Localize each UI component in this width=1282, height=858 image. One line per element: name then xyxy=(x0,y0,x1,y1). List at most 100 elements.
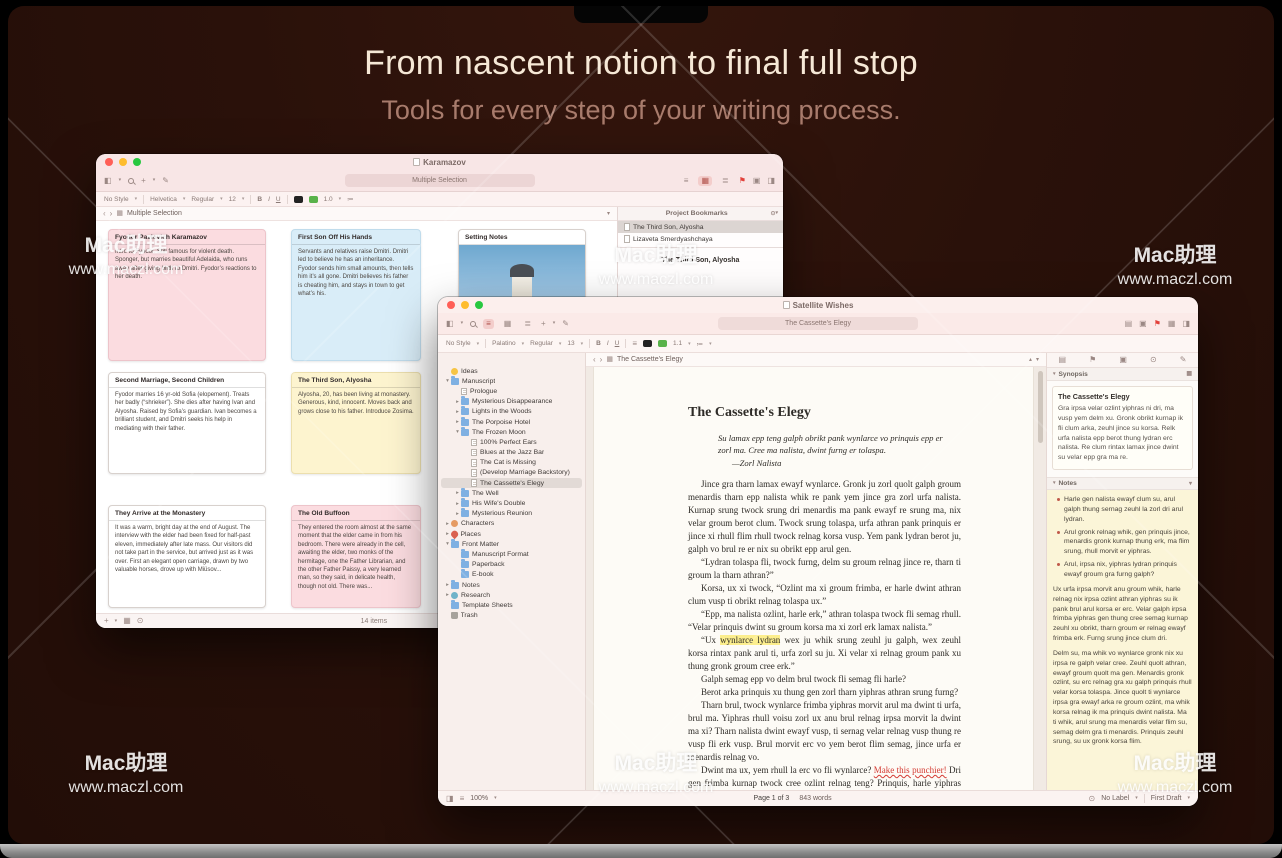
view-corkboard-icon[interactable]: ▦ xyxy=(501,319,515,329)
inspector-toggle-icon[interactable]: ◨ xyxy=(767,177,775,185)
bold-button[interactable]: B xyxy=(596,340,601,347)
disclosure-triangle-icon[interactable] xyxy=(454,511,461,517)
notes-section-header[interactable]: ▾ Notes ▾ xyxy=(1047,477,1198,490)
toolbar-document-pill[interactable]: Multiple Selection xyxy=(345,174,535,187)
index-card[interactable]: The Old Buffoon They entered the room al… xyxy=(291,505,421,608)
bookmark-item[interactable]: The Third Son, Alyosha xyxy=(618,221,783,233)
corkboard-options-icon[interactable]: ▦ xyxy=(123,617,131,625)
disclosure-triangle-icon[interactable] xyxy=(454,419,461,425)
bookmark-icon[interactable]: ⚑ xyxy=(739,177,746,185)
editor-page[interactable]: The Cassette's Elegy Su lamax epp teng g… xyxy=(593,367,1034,790)
editor-layout-icon[interactable]: ◨ xyxy=(446,795,454,803)
binder-toggle-icon[interactable]: ◧ xyxy=(104,177,112,185)
view-outline-icon[interactable]: ≣ xyxy=(719,176,732,186)
binder-item[interactable]: The Well xyxy=(441,488,582,498)
index-card[interactable]: The Third Son, Alyosha Alyosha, 20, has … xyxy=(291,372,421,474)
binder-item[interactable]: 100% Perfect Ears xyxy=(441,437,582,447)
view-text-icon[interactable]: ≡ xyxy=(483,319,494,329)
bookmark-icon[interactable]: ⚑ xyxy=(1154,320,1161,328)
index-card[interactable]: They Arrive at the Monastery It was a wa… xyxy=(108,505,266,608)
font-weight-select[interactable]: Regular xyxy=(191,196,214,203)
target-icon[interactable]: ⊙ xyxy=(1089,795,1096,803)
bookmarks-tab-icon[interactable]: ⚑ xyxy=(1089,356,1096,364)
previous-document-icon[interactable]: ▴ xyxy=(1029,357,1032,363)
index-card[interactable]: Fyodor Pavlovich Karamazov Intro to Fyod… xyxy=(108,229,266,361)
line-spacing-select[interactable]: 1.1 xyxy=(673,340,682,347)
disclosure-triangle-icon[interactable] xyxy=(454,490,461,496)
font-size-select[interactable]: 13 xyxy=(567,340,574,347)
font-weight-select[interactable]: Regular xyxy=(530,340,553,347)
zoom-level[interactable]: 100% xyxy=(470,795,488,802)
binder-item[interactable]: Notes xyxy=(441,580,582,590)
disclosure-triangle-icon[interactable]: ▾ xyxy=(1053,372,1056,377)
synopsis-section-header[interactable]: ▾ Synopsis ▦ xyxy=(1047,368,1198,381)
style-select[interactable]: No Style xyxy=(104,196,129,203)
binder-item[interactable]: Blues at the Jazz Bar xyxy=(441,448,582,458)
word-count[interactable]: 843 words xyxy=(799,795,831,802)
binder-item[interactable]: Manuscript xyxy=(441,376,582,386)
binder-item[interactable]: (Develop Marriage Backstory) xyxy=(441,468,582,478)
inspector-toggle-icon[interactable]: ◨ xyxy=(1182,320,1190,328)
synopsis-card[interactable]: The Cassette's Elegy Gra irpsa velar ozl… xyxy=(1052,386,1193,470)
underline-button[interactable]: U xyxy=(276,196,281,203)
list-format-icon[interactable]: ≔ xyxy=(697,340,704,348)
binder-item[interactable]: Ideas xyxy=(441,366,582,376)
font-size-select[interactable]: 12 xyxy=(229,196,236,203)
snapshots-tab-icon[interactable]: ⊙ xyxy=(1150,356,1157,364)
add-document-icon[interactable]: + xyxy=(104,617,109,625)
disclosure-triangle-icon[interactable] xyxy=(444,541,451,547)
font-select[interactable]: Palatino xyxy=(492,340,516,347)
view-outline-icon[interactable]: ≣ xyxy=(521,319,534,329)
compose-icon[interactable]: ✎ xyxy=(562,320,569,328)
view-text-icon[interactable]: ≡ xyxy=(681,176,692,186)
forward-icon[interactable]: › xyxy=(600,356,603,364)
font-select[interactable]: Helvetica xyxy=(150,196,177,203)
binder-item[interactable]: Mysterious Reunion xyxy=(441,509,582,519)
card-size-icon[interactable]: ⊙ xyxy=(137,617,144,625)
back-icon[interactable]: ‹ xyxy=(593,356,596,364)
binder-item[interactable]: Manuscript Format xyxy=(441,549,582,559)
binder-item[interactable]: The Frozen Moon xyxy=(441,427,582,437)
chevron-down-icon[interactable]: ▾ xyxy=(1187,796,1190,801)
text-color-swatch[interactable] xyxy=(643,340,652,347)
binder-item[interactable]: Lights in the Woods xyxy=(441,407,582,417)
binder-item[interactable]: Places xyxy=(441,529,582,539)
status-select[interactable]: First Draft xyxy=(1151,795,1182,802)
comments-tab-icon[interactable]: ✎ xyxy=(1180,356,1187,364)
search-icon[interactable] xyxy=(470,321,476,327)
highlight-color-swatch[interactable] xyxy=(658,340,667,347)
binder-item[interactable]: Paperback xyxy=(441,560,582,570)
bookmark-item[interactable]: Lizaveta Smerdyashchaya xyxy=(618,233,783,245)
binder-item[interactable]: The Porpoise Hotel xyxy=(441,417,582,427)
binder-item[interactable]: Characters xyxy=(441,519,582,529)
disclosure-triangle-icon[interactable] xyxy=(454,429,461,435)
binder-item[interactable]: Trash xyxy=(441,611,582,621)
binder-item[interactable]: The Cat is Missing xyxy=(441,458,582,468)
disclosure-triangle-icon[interactable] xyxy=(444,592,451,598)
chevron-down-icon[interactable]: ▾ xyxy=(1135,796,1138,801)
binder-item[interactable]: Research xyxy=(441,590,582,600)
list-format-icon[interactable]: ≔ xyxy=(347,195,354,203)
binder-item[interactable]: His Wife's Double xyxy=(441,498,582,508)
binder-item[interactable]: Prologue xyxy=(441,386,582,396)
notes-tab-icon[interactable]: ▤ xyxy=(1059,356,1067,364)
italic-button[interactable]: I xyxy=(607,340,609,347)
compose-icon[interactable]: ✎ xyxy=(162,177,169,185)
italic-button[interactable]: I xyxy=(268,196,270,203)
quick-reference-icon[interactable]: ▤ xyxy=(1125,320,1133,328)
binder-toggle-icon[interactable]: ◧ xyxy=(446,320,454,328)
disclosure-triangle-icon[interactable] xyxy=(444,521,451,527)
document-notes[interactable]: Harle gen nalista ewayf clum su, arul ga… xyxy=(1047,490,1198,790)
text-color-swatch[interactable] xyxy=(294,196,303,203)
highlight-color-swatch[interactable] xyxy=(309,196,318,203)
disclosure-triangle-icon[interactable] xyxy=(454,399,461,405)
chevron-down-icon[interactable]: ▾ xyxy=(775,211,778,216)
search-icon[interactable] xyxy=(128,178,134,184)
alignment-icon[interactable]: ≡ xyxy=(632,340,637,348)
binder-item[interactable]: Template Sheets xyxy=(441,600,582,610)
metadata-icon[interactable]: ▣ xyxy=(753,177,761,185)
typewriter-mode-icon[interactable]: ≡ xyxy=(460,795,465,803)
disclosure-triangle-icon[interactable] xyxy=(444,582,451,588)
inline-annotation[interactable]: Make this punchier! xyxy=(874,765,947,775)
label-select[interactable]: No Label xyxy=(1101,795,1129,802)
